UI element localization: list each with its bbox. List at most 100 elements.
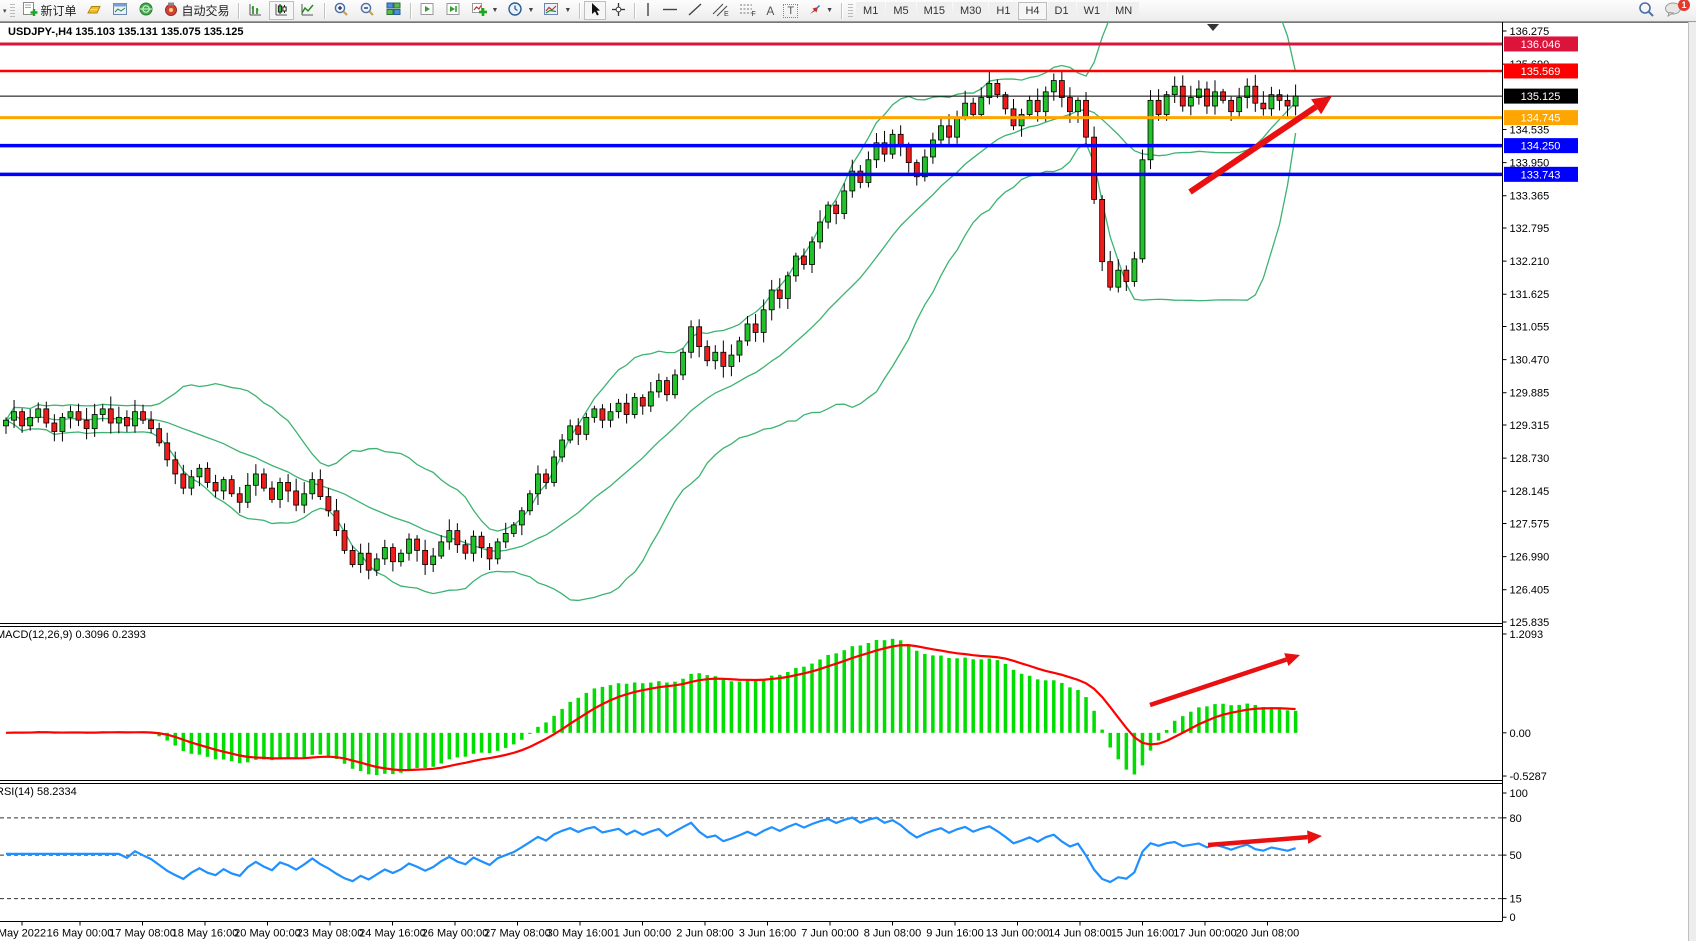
zoom-in-icon [333,1,350,20]
separator [634,3,635,19]
fibonacci-tool-button[interactable]: F [735,1,761,20]
label-tool-button[interactable]: T [779,1,802,20]
toolbar-overflow-icon[interactable]: ▾ [3,7,7,15]
crosshair-icon [611,2,626,20]
svg-text:134.250: 134.250 [1521,141,1561,153]
arrows-tool-button[interactable]: ▼ [803,1,837,20]
vertical-line-tool-button[interactable] [639,1,657,20]
svg-text:8 Jun 08:00: 8 Jun 08:00 [864,928,922,940]
periods-button[interactable]: ▼ [503,1,538,20]
timeframe-m15-button[interactable]: M15 [917,2,952,20]
svg-text:80: 80 [1510,813,1522,825]
bar-chart-mode-button[interactable] [243,1,268,20]
svg-text:F: F [752,11,756,17]
chart-window-button[interactable] [108,1,133,20]
chevron-down-icon: ▼ [826,7,833,14]
trend-annotation-arrows [1150,96,1332,845]
timeframe-h4-button[interactable]: H4 [1018,2,1046,20]
svg-text:24 May 16:00: 24 May 16:00 [359,928,426,940]
svg-text:1.2093: 1.2093 [1510,629,1544,641]
svg-text:130.470: 130.470 [1510,355,1550,367]
autotrade-icon [163,1,179,20]
window-scrollbar[interactable] [1688,22,1696,941]
svg-text:132.795: 132.795 [1510,223,1550,235]
timeframe-m30-button[interactable]: M30 [953,2,988,20]
horizontal-line-icon [662,2,678,20]
webphone-icon [138,1,154,20]
webphone-button[interactable] [134,1,158,20]
timeframe-d1-button[interactable]: D1 [1048,2,1076,20]
autotrade-label: 自动交易 [182,2,230,19]
chart-area[interactable]: 136.275135.690134.535133.950133.365132.7… [0,22,1696,941]
step-to-end-button[interactable] [441,1,466,20]
arrows-tool-icon [807,2,822,20]
svg-text:136.275: 136.275 [1510,26,1550,38]
chevron-down-icon: ▼ [527,7,534,14]
svg-text:27 May 08:00: 27 May 08:00 [484,928,551,940]
new-order-button[interactable]: 新订单 [18,1,81,20]
autotrade-button[interactable]: 自动交易 [159,1,234,20]
svg-text:128.730: 128.730 [1510,453,1550,465]
macd-histogram [12,639,1297,775]
horizontal-level-lines [0,44,1502,174]
price-chart[interactable]: 136.275135.690134.535133.950133.365132.7… [0,22,1696,941]
timeframe-w1-button[interactable]: W1 [1077,2,1108,20]
svg-text:May 2022: May 2022 [0,928,46,940]
bollinger-bands [6,22,1296,600]
line-chart-mode-button[interactable] [295,1,320,20]
timeframe-m1-button[interactable]: M1 [856,2,885,20]
svg-text:100: 100 [1510,788,1528,800]
cursor-tool-button[interactable] [584,1,606,20]
zoom-out-button[interactable] [355,1,380,20]
date-axis: May 202216 May 00:0017 May 08:0018 May 1… [0,922,1299,940]
step-to-end-icon [445,1,462,20]
svg-text:135.569: 135.569 [1521,66,1561,78]
toolbar-grip[interactable] [848,4,853,18]
notifications-button[interactable]: 1 [1660,1,1686,20]
search-button[interactable] [1633,1,1659,20]
svg-text:26 May 00:00: 26 May 00:00 [422,928,489,940]
toolbar-grip[interactable] [10,4,15,18]
svg-text:17 May 08:00: 17 May 08:00 [109,928,176,940]
svg-text:131.625: 131.625 [1510,289,1550,301]
svg-text:126.405: 126.405 [1510,585,1550,597]
svg-text:20 May 00:00: 20 May 00:00 [234,928,301,940]
timeframe-h1-button[interactable]: H1 [989,2,1017,20]
cursor-icon [588,2,602,20]
gold-ingot-icon [86,1,103,20]
zoom-out-icon [359,1,376,20]
horizontal-line-tool-button[interactable] [658,1,682,20]
tile-windows-button[interactable] [381,1,406,20]
text-tool-icon: A [766,4,774,18]
line-chart-icon [299,1,316,20]
zoom-in-button[interactable] [329,1,354,20]
tile-windows-icon [385,1,402,20]
timeframe-m5-button[interactable]: M5 [886,2,915,20]
svg-text:15 Jun 16:00: 15 Jun 16:00 [1111,928,1175,940]
crosshair-tool-button[interactable] [607,1,630,20]
svg-text:127.575: 127.575 [1510,519,1550,531]
separator [238,3,239,19]
step-forward-button[interactable] [415,1,440,20]
svg-text:14 Jun 08:00: 14 Jun 08:00 [1048,928,1112,940]
templates-button[interactable]: ▼ [539,1,575,20]
text-tool-button[interactable]: A [762,1,778,20]
candlestick-mode-button[interactable] [269,1,294,20]
timeframe-mn-button[interactable]: MN [1108,2,1139,20]
gold-symbol-button[interactable] [82,1,107,20]
add-indicator-icon [471,1,488,20]
svg-text:133.365: 133.365 [1510,191,1550,203]
svg-text:7 Jun 00:00: 7 Jun 00:00 [801,928,859,940]
new-order-icon [22,1,38,20]
svg-text:-0.5287: -0.5287 [1510,771,1547,783]
svg-text:2 Jun 08:00: 2 Jun 08:00 [676,928,734,940]
indicators-button[interactable]: ▼ [467,1,503,20]
svg-text:125.835: 125.835 [1510,617,1550,629]
channel-tool-button[interactable]: E [708,1,734,20]
svg-text:133.743: 133.743 [1521,169,1561,181]
trendline-tool-button[interactable] [683,1,707,20]
svg-text:23 May 08:00: 23 May 08:00 [297,928,364,940]
svg-text:15: 15 [1510,894,1522,906]
vertical-line-icon [643,2,653,20]
rsi-line [6,818,1296,883]
